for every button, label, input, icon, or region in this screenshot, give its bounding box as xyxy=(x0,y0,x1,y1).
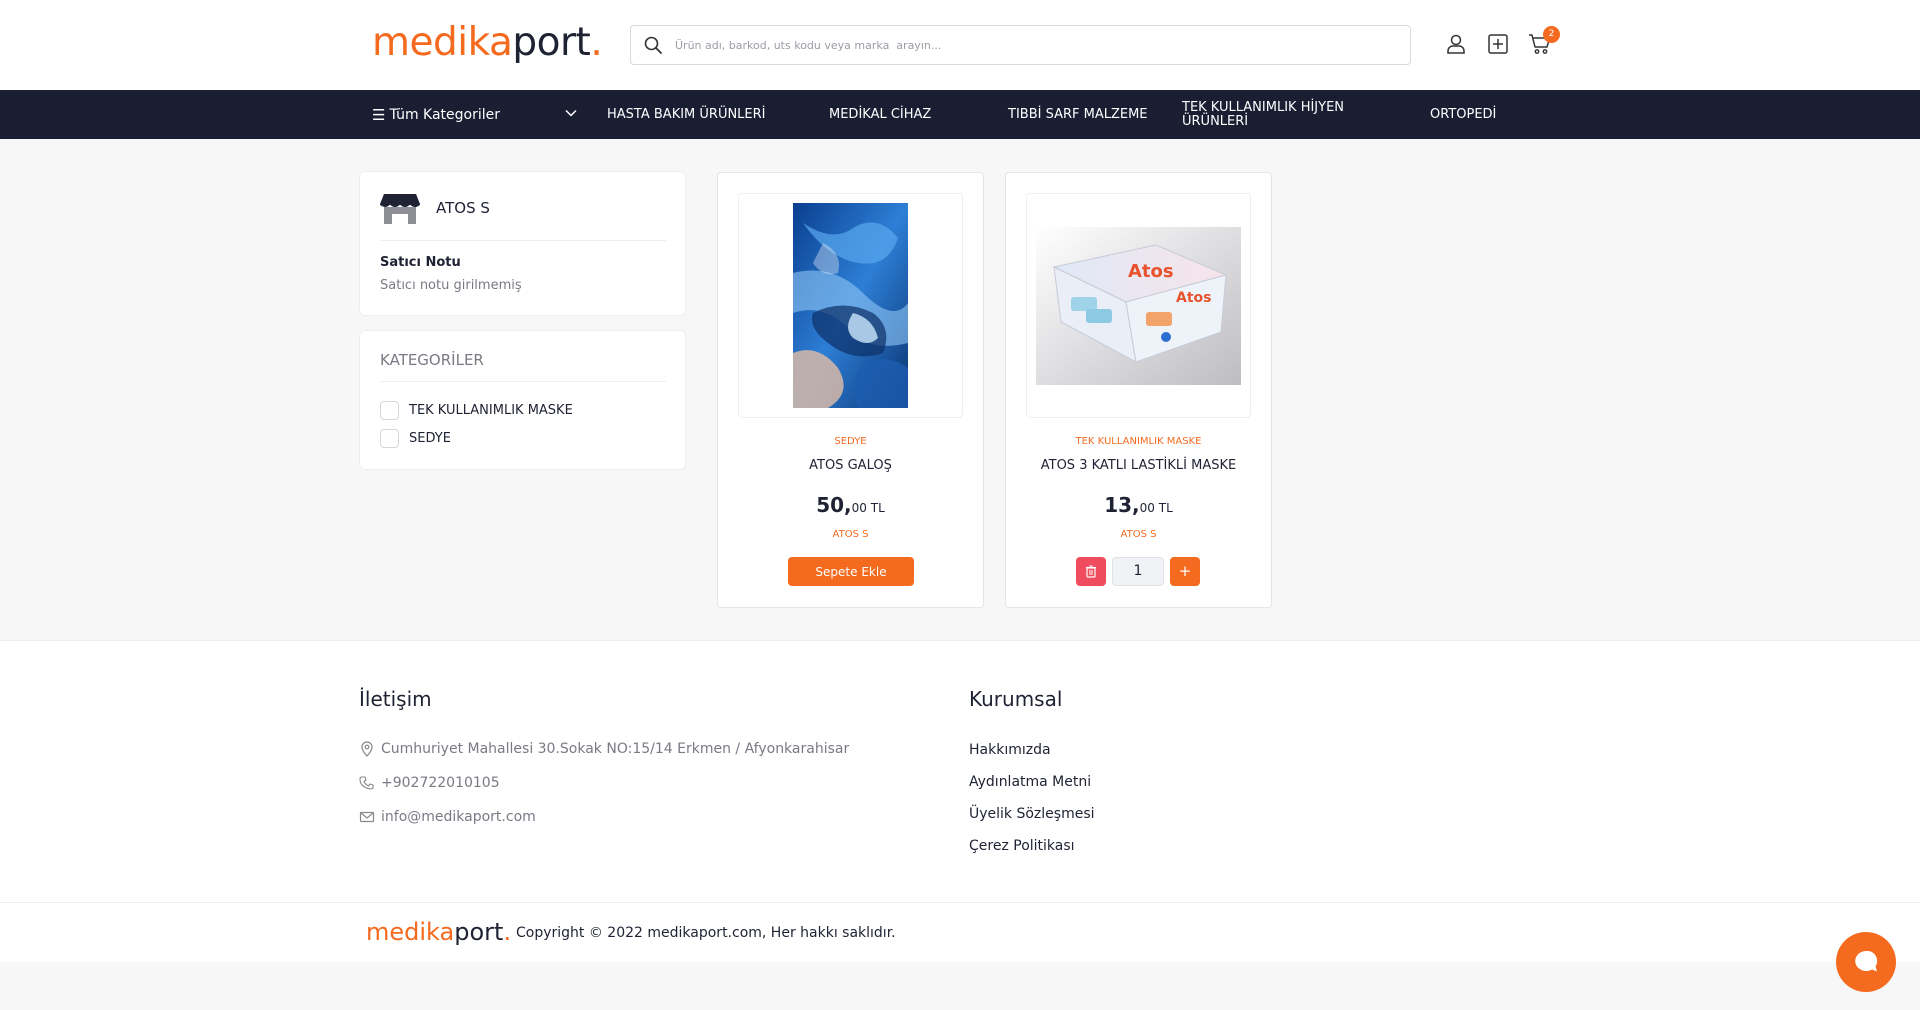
product-price: 50,00 TL xyxy=(718,493,983,517)
contact-title: İletişim xyxy=(359,687,432,711)
seller-note-title: Satıcı Notu xyxy=(380,255,461,270)
nav-item-medikal-cihaz[interactable]: MEDİKAL CİHAZ xyxy=(829,90,931,139)
product-image[interactable] xyxy=(738,193,963,418)
corporate-title: Kurumsal xyxy=(969,687,1063,711)
all-categories-label: Tüm Kategoriler xyxy=(389,106,501,123)
search-icon[interactable] xyxy=(643,35,663,55)
logo-text-port: port xyxy=(512,20,591,65)
box-brand-text: Atos xyxy=(1128,261,1174,282)
price-integer: 13, xyxy=(1104,493,1140,517)
phone-text: +902722010105 xyxy=(381,775,500,791)
product-name[interactable]: ATOS GALOŞ xyxy=(718,458,983,473)
logo-dot: . xyxy=(590,20,603,65)
mail-icon xyxy=(359,811,375,823)
product-seller[interactable]: ATOS S xyxy=(1006,529,1271,540)
plus-square-icon xyxy=(1488,34,1508,54)
footer-bottom-bar: medikaport. Copyright © 2022 medikaport.… xyxy=(0,902,1920,962)
footer-link-cookies[interactable]: Çerez Politikası xyxy=(969,838,1075,854)
contact-phone[interactable]: +902722010105 xyxy=(359,775,500,791)
divider xyxy=(380,381,666,382)
box-brand-text-side: Atos xyxy=(1176,290,1211,306)
all-categories-dropdown[interactable]: ☰ Tüm Kategoriler xyxy=(372,90,578,139)
price-decimal: 00 TL xyxy=(1139,501,1173,515)
seller-card: ATOS S Satıcı Notu Satıcı notu girilmemi… xyxy=(359,171,686,316)
address-text: Cumhuriyet Mahallesi 30.Sokak NO:15/14 E… xyxy=(381,741,850,757)
menu-icon: ☰ xyxy=(372,105,386,124)
product-name[interactable]: ATOS 3 KATLI LASTİKLİ MASKE xyxy=(1006,458,1271,473)
galosh-image xyxy=(793,203,908,408)
product-card: Atos Atos TEK KULLANIMLIK MASKE ATOS 3 K… xyxy=(1005,172,1272,608)
logo-text-port: port xyxy=(454,918,504,946)
search-box xyxy=(630,25,1411,65)
account-button[interactable] xyxy=(1443,31,1469,57)
product-image[interactable]: Atos Atos xyxy=(1026,193,1251,418)
footer-logo[interactable]: medikaport. xyxy=(366,917,511,947)
trash-icon xyxy=(1086,565,1096,578)
categories-filter-card: KATEGORİLER TEK KULLANIMLIK MASKE SEDYE xyxy=(359,330,686,470)
price-integer: 50, xyxy=(816,493,852,517)
checkbox[interactable] xyxy=(380,401,399,420)
nav-item-ortopedi[interactable]: ORTOPEDİ xyxy=(1430,90,1496,139)
price-decimal: 00 TL xyxy=(851,501,885,515)
add-to-cart-button[interactable]: Sepete Ekle xyxy=(788,557,914,586)
footer-link-membership[interactable]: Üyelik Sözleşmesi xyxy=(969,806,1095,822)
category-option-label: TEK KULLANIMLIK MASKE xyxy=(409,403,573,418)
category-option-label: SEDYE xyxy=(409,431,451,446)
email-text: info@medikaport.com xyxy=(381,809,536,825)
mask-box-image: Atos Atos xyxy=(1036,226,1241,385)
product-category[interactable]: TEK KULLANIMLIK MASKE xyxy=(1006,436,1271,447)
nav-item-hijyen[interactable]: TEK KULLANIMLIK HİJYEN ÜRÜNLERİ xyxy=(1182,90,1352,139)
logo-text-medika: medika xyxy=(366,918,455,946)
product-seller[interactable]: ATOS S xyxy=(718,529,983,540)
category-nav: ☰ Tüm Kategoriler HASTA BAKIM ÜRÜNLERİ M… xyxy=(0,90,1920,139)
site-header: medikaport. 2 xyxy=(0,0,1920,90)
product-price: 13,00 TL xyxy=(1006,493,1271,517)
chat-bubble-icon xyxy=(1855,950,1878,972)
contact-email[interactable]: info@medikaport.com xyxy=(359,809,536,825)
nav-item-hasta-bakim[interactable]: HASTA BAKIM ÜRÜNLERİ xyxy=(607,90,766,139)
product-card: SEDYE ATOS GALOŞ 50,00 TL ATOS S Sepete … xyxy=(717,172,984,608)
cart-count-badge: 2 xyxy=(1543,26,1560,43)
seller-note-value: Satıcı notu girilmemiş xyxy=(380,278,522,293)
logo-dot: . xyxy=(503,918,512,946)
nav-item-tibbi-sarf[interactable]: TIBBİ SARF MALZEME xyxy=(1008,90,1148,139)
site-footer: İletişim Cumhuriyet Mahallesi 30.Sokak N… xyxy=(0,640,1920,902)
add-product-button[interactable] xyxy=(1485,31,1511,57)
seller-name: ATOS S xyxy=(436,199,490,217)
divider xyxy=(380,240,666,241)
category-option-sedye[interactable]: SEDYE xyxy=(380,429,451,448)
categories-title: KATEGORİLER xyxy=(380,351,484,369)
footer-link-disclosure[interactable]: Aydınlatma Metni xyxy=(969,774,1091,790)
chat-widget-button[interactable] xyxy=(1836,932,1896,992)
search-input[interactable] xyxy=(675,32,1395,58)
increase-quantity-button[interactable]: + xyxy=(1170,557,1200,586)
phone-icon xyxy=(359,776,374,790)
copyright-text: Copyright © 2022 medikaport.com, Her hak… xyxy=(516,925,896,941)
quantity-value[interactable]: 1 xyxy=(1112,557,1164,586)
contact-address: Cumhuriyet Mahallesi 30.Sokak NO:15/14 E… xyxy=(359,741,849,757)
chevron-down-icon xyxy=(565,109,577,117)
footer-link-about[interactable]: Hakkımızda xyxy=(969,742,1051,758)
site-logo[interactable]: medikaport. xyxy=(372,18,603,68)
checkbox[interactable] xyxy=(380,429,399,448)
location-pin-icon xyxy=(361,741,373,757)
category-option-maske[interactable]: TEK KULLANIMLIK MASKE xyxy=(380,401,573,420)
user-icon xyxy=(1447,34,1465,54)
product-category[interactable]: SEDYE xyxy=(718,436,983,447)
store-icon xyxy=(380,194,420,224)
logo-text-medika: medika xyxy=(372,20,513,65)
remove-from-cart-button[interactable] xyxy=(1076,557,1106,586)
